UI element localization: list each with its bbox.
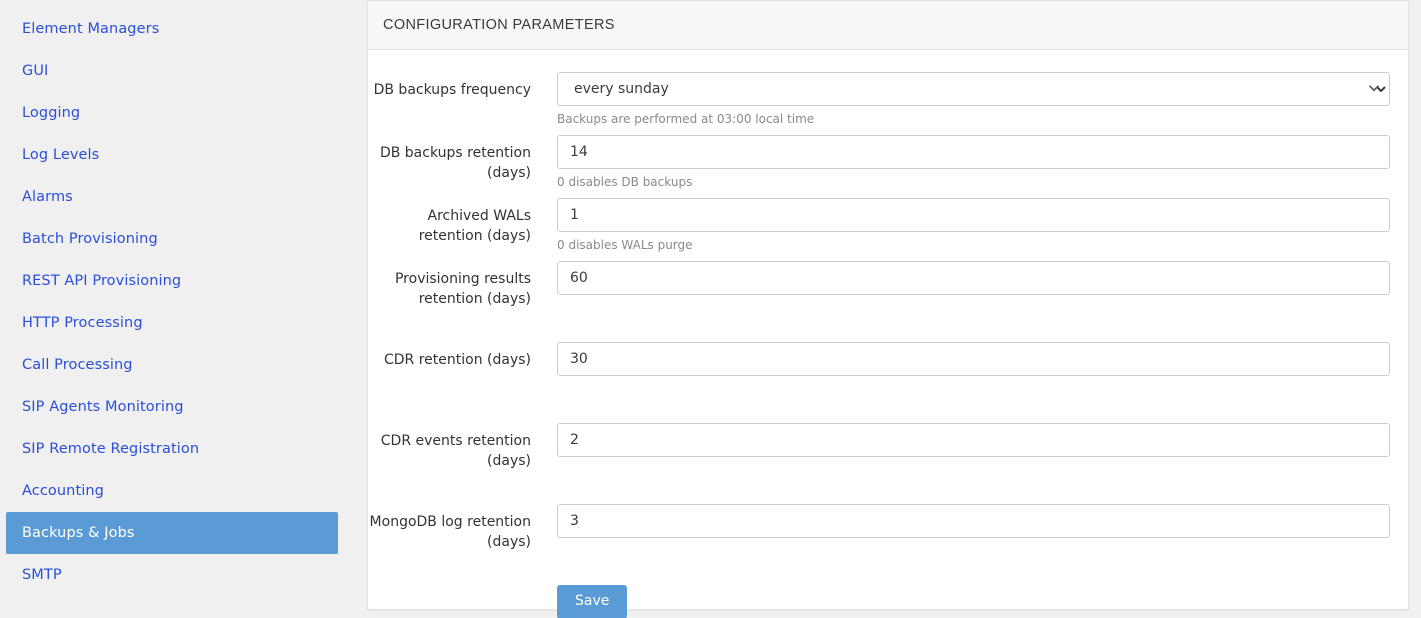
form-row-db-backups-frequency: DB backups frequency every sunday Backups …	[368, 72, 1390, 127]
label-db-backups-frequency: DB backups frequency	[373, 82, 531, 98]
sidebar-item-log-levels[interactable]: Log Levels	[0, 134, 360, 176]
sidebar-item-logging[interactable]: Logging	[0, 92, 360, 134]
main-content: CONFIGURATION PARAMETERS DB backups freq…	[360, 0, 1421, 618]
help-text-cdr-retention	[557, 381, 1390, 397]
save-button[interactable]: Save	[557, 585, 628, 618]
help-text-db-backups-retention: 0 disables DB backups	[557, 175, 693, 189]
help-text-db-backups-frequency: Backups are performed at 03:00 local tim…	[557, 112, 815, 126]
select-wrap-db-backups-frequency: every sunday	[557, 72, 1390, 106]
help-text-archived-wals-retention: 0 disables WALs purge	[557, 238, 693, 252]
form-row-cdr-events-retention: CDR events retention (days)	[368, 423, 1390, 478]
save-spacer	[368, 585, 531, 618]
sidebar-item-alarms[interactable]: Alarms	[0, 176, 360, 218]
input-cdr-events-retention[interactable]	[557, 423, 1390, 457]
sidebar: Element Managers GUI Logging Log Levels Alar…	[0, 0, 360, 618]
label-mongodb-log-retention: MongoDB log retention (days)	[369, 514, 531, 550]
save-button-wrap: Save	[557, 585, 628, 618]
sidebar-item-sip-agents-monitoring[interactable]: SIP Agents Monitoring	[0, 386, 360, 428]
form-row-db-backups-retention: DB backups retention (days) 0 disables DB…	[368, 135, 1390, 190]
save-row: Save	[368, 585, 1390, 618]
configuration-panel: CONFIGURATION PARAMETERS DB backups freq…	[367, 0, 1409, 618]
field-wrap-db-backups-retention: 0 disables DB backups	[557, 135, 1390, 190]
sidebar-item-call-processing[interactable]: Call Processing	[0, 344, 360, 386]
input-archived-wals-retention[interactable]	[557, 198, 1390, 232]
form-row-cdr-retention: CDR retention (days)	[368, 342, 1390, 397]
label-db-backups-retention: DB backups retention (days)	[379, 145, 531, 181]
sidebar-item-batch-provisioning[interactable]: Batch Provisioning	[0, 218, 360, 260]
sidebar-item-http-processing[interactable]: HTTP Processing	[0, 302, 360, 344]
form-row-archived-wals-retention: Archived WALs retention (days) 0 disables…	[368, 198, 1390, 253]
sidebar-item-smtp[interactable]: SMTP	[0, 554, 360, 596]
help-text-provisioning-results-retention	[557, 300, 1390, 316]
label-provisioning-results-retention: Provisioning results retention (days)	[394, 271, 531, 307]
label-archived-wals-retention: Archived WALs retention (days)	[418, 208, 531, 244]
sidebar-item-backups-jobs[interactable]: Backups & Jobs	[6, 512, 338, 554]
configuration-form: DB backups frequency every sunday Backups …	[368, 50, 1408, 618]
app-root: Element Managers GUI Logging Log Levels Alar…	[0, 0, 1421, 618]
label-cdr-events-retention: CDR events retention (days)	[380, 433, 531, 469]
panel-title: CONFIGURATION PARAMETERS	[368, 1, 1408, 50]
field-wrap-mongodb-log-retention	[557, 504, 1390, 559]
input-db-backups-retention[interactable]	[557, 135, 1390, 169]
help-text-mongodb-log-retention	[557, 543, 1390, 559]
form-row-provisioning-results-retention: Provisioning results retention (days)	[368, 261, 1390, 316]
sidebar-item-element-managers[interactable]: Element Managers	[0, 8, 360, 50]
sidebar-item-accounting[interactable]: Accounting	[0, 470, 360, 512]
sidebar-item-rest-api-provisioning[interactable]: REST API Provisioning	[0, 260, 360, 302]
help-text-cdr-events-retention	[557, 462, 1390, 478]
input-cdr-retention[interactable]	[557, 342, 1390, 376]
field-wrap-db-backups-frequency: every sunday Backups are performed at 03:…	[557, 72, 1390, 127]
select-db-backups-frequency[interactable]: every sunday	[557, 72, 1390, 106]
sidebar-item-sip-remote-registration[interactable]: SIP Remote Registration	[0, 428, 360, 470]
field-wrap-cdr-retention	[557, 342, 1390, 397]
input-provisioning-results-retention[interactable]	[557, 261, 1390, 295]
field-wrap-cdr-events-retention	[557, 423, 1390, 478]
label-cdr-retention: CDR retention (days)	[383, 352, 531, 368]
field-wrap-provisioning-results-retention	[557, 261, 1390, 316]
sidebar-nav-list: Element Managers GUI Logging Log Levels Alar…	[0, 8, 360, 596]
field-wrap-archived-wals-retention: 0 disables WALs purge	[557, 198, 1390, 253]
form-row-mongodb-log-retention: MongoDB log retention (days)	[368, 504, 1390, 559]
sidebar-item-gui[interactable]: GUI	[0, 50, 360, 92]
input-mongodb-log-retention[interactable]	[557, 504, 1390, 538]
